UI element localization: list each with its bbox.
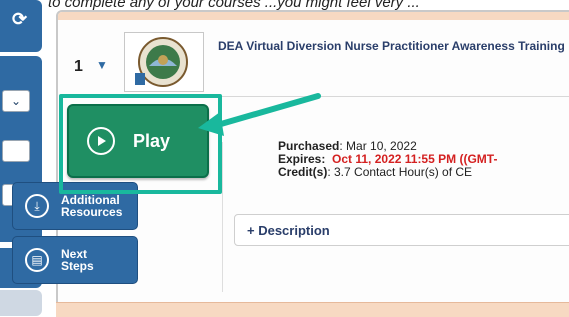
purchased-value: : Mar 10, 2022 xyxy=(339,139,417,153)
credits-label: Credit(s) xyxy=(278,165,328,179)
refresh-icon[interactable]: ⟳ xyxy=(12,10,30,28)
chevron-down-icon[interactable]: ⌄ xyxy=(2,90,30,112)
course-info: Purchased: Mar 10, 2022 Expires: Oct 11,… xyxy=(278,140,497,179)
steps-icon: ▤ xyxy=(25,248,49,272)
row-number: 1 xyxy=(74,58,83,75)
play-button[interactable]: Play xyxy=(67,104,209,178)
credits-value: : 3.7 Contact Hour(s) of CE xyxy=(327,165,473,179)
purchased-label: Purchased xyxy=(278,139,340,153)
course-title[interactable]: DEA Virtual Diversion Nurse Practitioner… xyxy=(218,40,569,53)
download-circle-icon: ⤓ xyxy=(25,194,49,218)
toolbar-field-1[interactable] xyxy=(2,140,30,162)
vertical-divider xyxy=(222,142,223,292)
row-caret-icon[interactable]: ▼ xyxy=(96,58,108,72)
next-steps-button[interactable]: ▤ Next Steps xyxy=(12,236,138,284)
description-toggle[interactable]: + Description xyxy=(234,214,569,246)
expires-value: Oct 11, 2022 11:55 PM ((GMT- xyxy=(332,152,498,166)
next-course-strip xyxy=(56,302,569,317)
resources-label: Additional Resources xyxy=(61,193,123,219)
description-label: + Description xyxy=(247,222,330,238)
expires-label: Expires: xyxy=(278,152,326,166)
toolbar-block-bottom xyxy=(0,290,42,316)
course-thumbnail xyxy=(124,32,204,92)
play-circle-icon xyxy=(87,127,115,155)
next-steps-label: Next Steps xyxy=(61,247,94,273)
dea-seal-icon xyxy=(135,37,188,87)
toolbar-block-top: ⟳ xyxy=(0,0,42,52)
play-label: Play xyxy=(133,130,171,151)
panel-topbar xyxy=(58,12,569,20)
